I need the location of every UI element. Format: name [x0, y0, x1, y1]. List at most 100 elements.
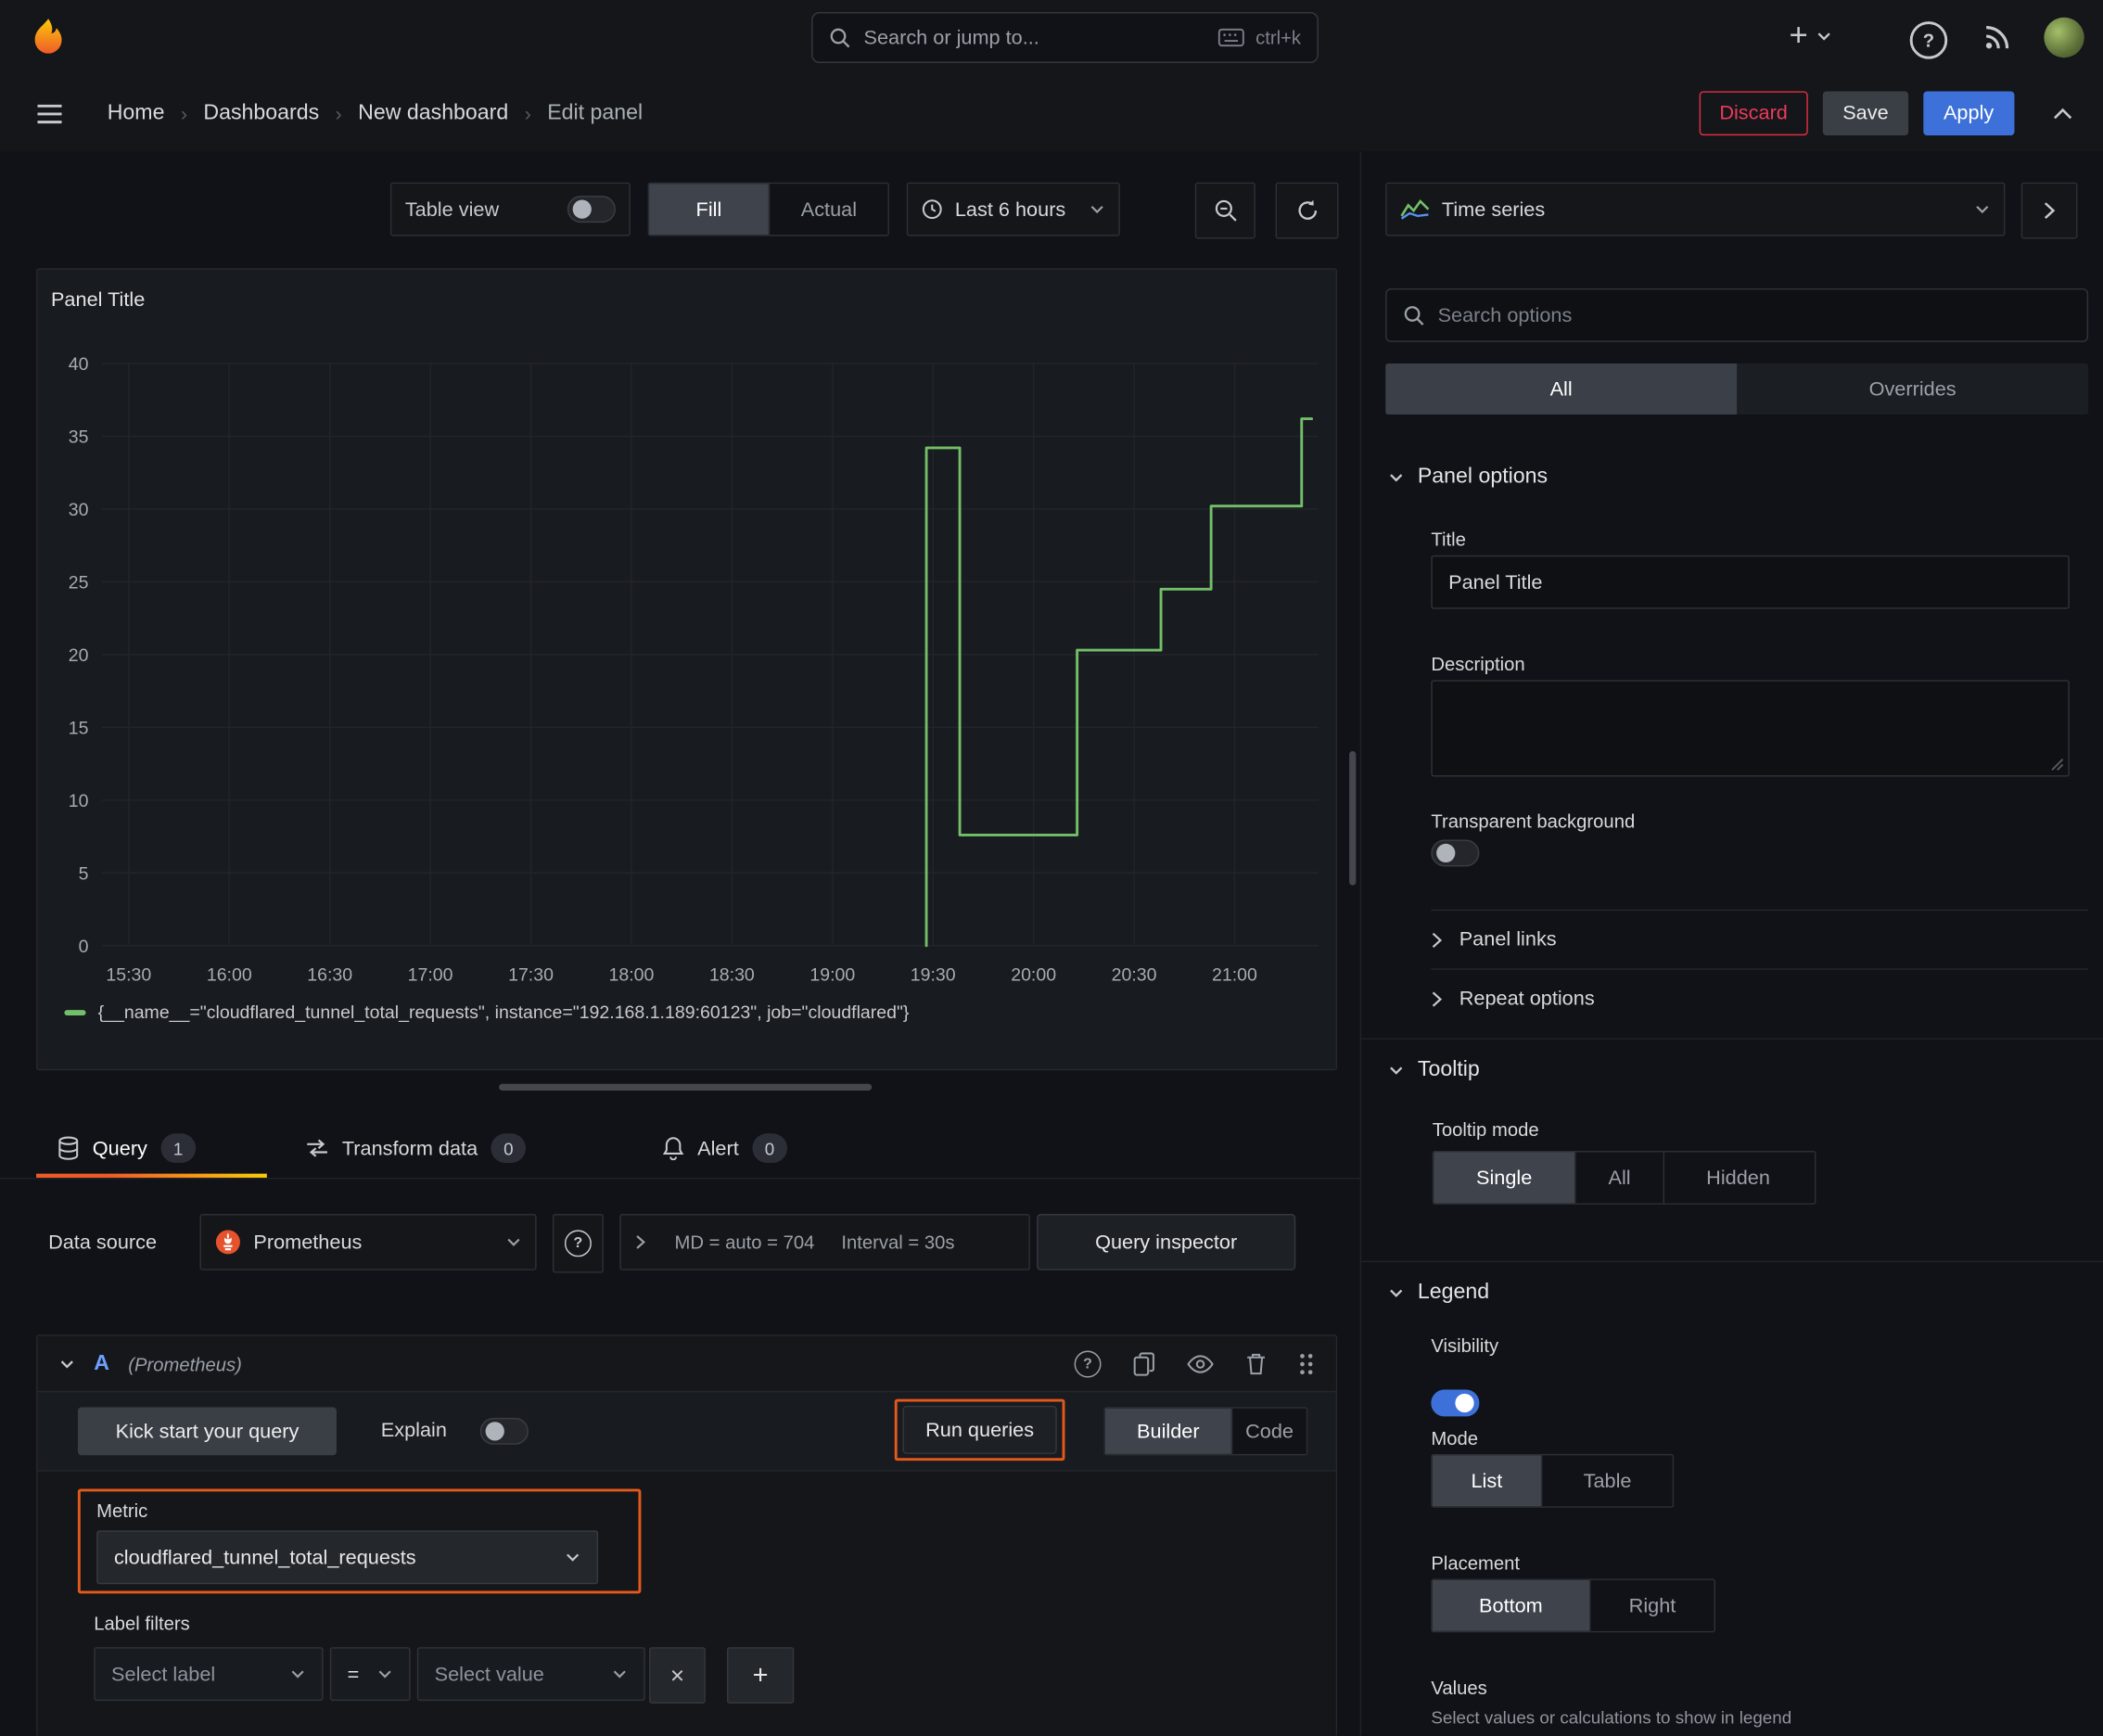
chart-legend[interactable]: {__name__="cloudflared_tunnel_total_requ… — [64, 1002, 909, 1022]
panel-title-input[interactable] — [1431, 555, 2070, 609]
kickstart-button[interactable]: Kick start your query — [77, 1407, 338, 1456]
breadcrumb-item-new-dashboard[interactable]: New dashboard — [358, 102, 508, 126]
tab-all[interactable]: All — [1385, 363, 1738, 415]
metric-highlight: Metric cloudflared_tunnel_total_requests — [77, 1488, 642, 1594]
query-inspector-button[interactable]: Query inspector — [1037, 1214, 1296, 1270]
plus-icon: + — [752, 1659, 769, 1690]
tooltip-mode-group: Single All Hidden — [1432, 1151, 1816, 1205]
eye-icon[interactable] — [1187, 1354, 1214, 1372]
add-menu-button[interactable]: + — [1790, 19, 1832, 54]
tab-query[interactable]: Query 1 — [36, 1121, 267, 1175]
query-ref-id: A — [94, 1351, 109, 1374]
legend-label[interactable]: {__name__="cloudflared_tunnel_total_requ… — [98, 1002, 910, 1022]
collapse-button[interactable] — [2052, 106, 2073, 121]
zoom-out-button[interactable] — [1194, 182, 1255, 239]
breadcrumb-item-dashboards[interactable]: Dashboards — [203, 102, 319, 126]
repeat-options-row[interactable]: Repeat options — [1431, 968, 2089, 1028]
tab-overrides[interactable]: Overrides — [1737, 364, 2088, 415]
mode-list-option[interactable]: List — [1432, 1455, 1541, 1507]
datasource-name: Prometheus — [253, 1231, 363, 1254]
global-search[interactable]: Search or jump to... ctrl+k — [811, 12, 1319, 63]
filter-operator-select[interactable]: = — [329, 1647, 411, 1702]
builder-code-segment: Builder Code — [1103, 1407, 1308, 1456]
chevron-down-icon — [291, 1670, 304, 1679]
builder-option[interactable]: Builder — [1104, 1408, 1231, 1454]
menu-toggle[interactable] — [36, 103, 63, 124]
run-queries-button[interactable]: Run queries — [902, 1405, 1057, 1454]
section-panel-options[interactable]: Panel options — [1388, 466, 1548, 490]
duplicate-icon[interactable] — [1133, 1351, 1154, 1375]
remove-filter-button[interactable]: × — [649, 1647, 706, 1704]
help-button[interactable]: ? — [1909, 21, 1948, 59]
code-option[interactable]: Code — [1230, 1408, 1306, 1454]
breadcrumb-item-home[interactable]: Home — [108, 102, 165, 126]
viz-expand-button[interactable] — [2020, 182, 2078, 239]
save-button[interactable]: Save — [1822, 91, 1909, 136]
discard-button[interactable]: Discard — [1699, 91, 1808, 136]
section-legend[interactable]: Legend — [1388, 1281, 1489, 1305]
user-avatar[interactable] — [2044, 17, 2084, 58]
apply-button[interactable]: Apply — [1923, 91, 2014, 136]
tab-transform[interactable]: Transform data 0 — [285, 1121, 593, 1175]
add-filter-button[interactable]: + — [726, 1647, 795, 1704]
news-button[interactable] — [1982, 23, 2012, 53]
explain-label: Explain — [380, 1419, 447, 1442]
query-options-strip[interactable]: MD = auto = 704 Interval = 30s — [619, 1214, 1030, 1270]
query-help-icon[interactable]: ? — [1074, 1349, 1102, 1377]
breadcrumb-separator: › — [335, 102, 342, 126]
resize-corner-icon — [2051, 759, 2064, 771]
options-search[interactable]: Search options — [1385, 287, 2089, 342]
tooltip-single-option[interactable]: Single — [1434, 1152, 1575, 1204]
section-tooltip[interactable]: Tooltip — [1388, 1058, 1480, 1082]
table-view-toggle[interactable] — [567, 196, 616, 223]
values-description: Select values or calculations to show in… — [1431, 1707, 1792, 1729]
explain-toggle[interactable] — [479, 1417, 529, 1445]
metric-select[interactable]: cloudflared_tunnel_total_requests — [96, 1530, 599, 1585]
tooltip-all-option[interactable]: All — [1574, 1152, 1663, 1204]
svg-text:21:00: 21:00 — [1212, 964, 1257, 985]
title-label: Title — [1431, 528, 1466, 551]
actual-option[interactable]: Actual — [768, 184, 888, 236]
horizontal-resize-handle[interactable] — [499, 1083, 873, 1091]
datasource-help-button[interactable]: ? — [552, 1214, 604, 1273]
trash-icon[interactable] — [1246, 1352, 1267, 1375]
tooltip-hidden-option[interactable]: Hidden — [1663, 1152, 1813, 1204]
tab-query-badge: 1 — [160, 1133, 196, 1164]
mode-table-option[interactable]: Table — [1540, 1455, 1673, 1507]
panel-links-row[interactable]: Panel links — [1431, 909, 2089, 969]
description-textarea[interactable] — [1431, 680, 2070, 777]
visibility-toggle[interactable] — [1431, 1389, 1480, 1417]
visualization-picker[interactable]: Time series — [1385, 182, 2006, 236]
chevron-down-icon[interactable] — [59, 1356, 75, 1372]
tab-alert[interactable]: Alert 0 — [641, 1121, 818, 1175]
legend-title: Legend — [1417, 1281, 1490, 1304]
question-icon: ? — [1922, 29, 1935, 51]
database-icon — [58, 1136, 79, 1160]
refresh-button[interactable] — [1275, 182, 1339, 239]
search-placeholder: Search or jump to... — [863, 26, 1039, 49]
metric-value: cloudflared_tunnel_total_requests — [113, 1546, 416, 1569]
fill-option[interactable]: Fill — [649, 184, 769, 236]
placement-bottom-option[interactable]: Bottom — [1432, 1579, 1590, 1631]
filter-label-select[interactable]: Select label — [94, 1647, 324, 1702]
placement-right-option[interactable]: Right — [1589, 1579, 1714, 1631]
panel-preview[interactable]: Panel Title 0 5 10 15 20 25 30 35 40 15:30 16:00 16… — [36, 268, 1338, 1071]
query-row-header[interactable]: A (Prometheus) ? — [37, 1335, 1336, 1393]
time-series-chart[interactable]: 0 5 10 15 20 25 30 35 40 15:30 16:00 16:30 17:00 17:3… — [48, 339, 1322, 1000]
datasource-picker[interactable]: Prometheus — [199, 1214, 537, 1270]
svg-text:18:30: 18:30 — [709, 964, 755, 985]
mode-label: Mode — [1431, 1427, 1479, 1449]
refresh-icon — [1297, 199, 1317, 220]
vertical-scrollbar[interactable] — [1349, 751, 1357, 886]
tooltip-title: Tooltip — [1417, 1058, 1480, 1081]
panel-options-title: Panel options — [1417, 465, 1549, 489]
time-range-picker[interactable]: Last 6 hours — [906, 182, 1120, 236]
tab-query-label: Query — [92, 1136, 147, 1160]
chevron-right-icon — [1432, 932, 1443, 948]
table-view-label: Table view — [404, 198, 500, 221]
drag-handle-icon[interactable] — [1298, 1351, 1314, 1375]
filter-value-select[interactable]: Select value — [416, 1647, 645, 1702]
timeseries-icon — [1400, 198, 1430, 220]
grafana-logo-icon[interactable] — [27, 16, 70, 58]
transparent-background-toggle[interactable] — [1431, 839, 1480, 867]
